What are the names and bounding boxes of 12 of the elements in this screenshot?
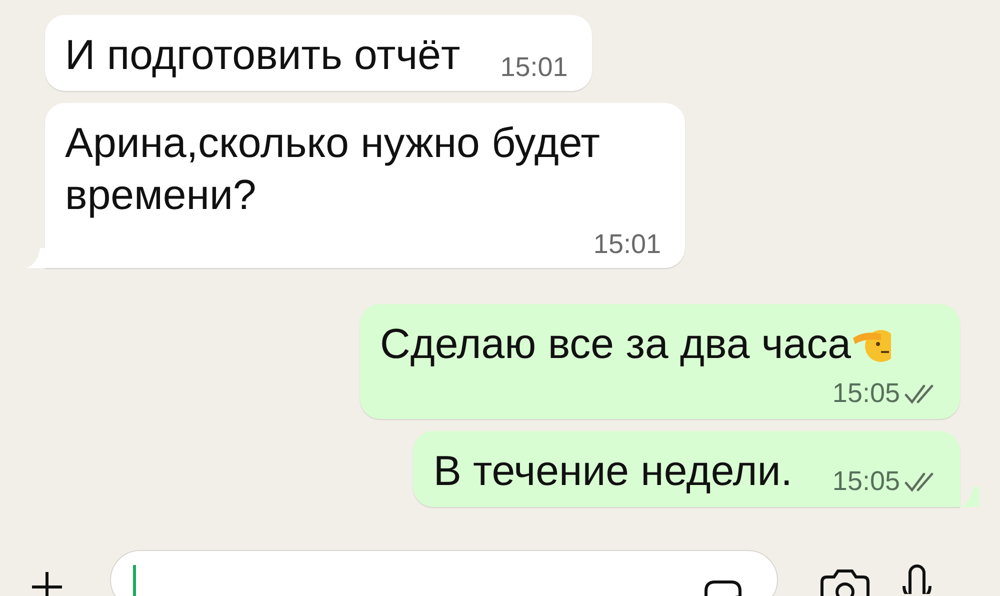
message-time: 15:05 <box>832 466 900 497</box>
message-text: В течение недели. <box>433 446 792 496</box>
microphone-icon[interactable] <box>902 564 932 594</box>
camera-icon[interactable] <box>820 568 870 596</box>
message-time: 15:05 <box>832 378 900 409</box>
message-time: 15:01 <box>593 229 661 260</box>
add-icon[interactable] <box>32 572 62 596</box>
message-input[interactable] <box>110 550 778 596</box>
message-time: 15:01 <box>500 52 568 83</box>
message-text: Арина,сколько нужно будет времени? <box>65 118 600 220</box>
message-text: И подготовить отчёт <box>65 30 460 80</box>
message-text: Сделаю все за два часа <box>380 319 851 369</box>
